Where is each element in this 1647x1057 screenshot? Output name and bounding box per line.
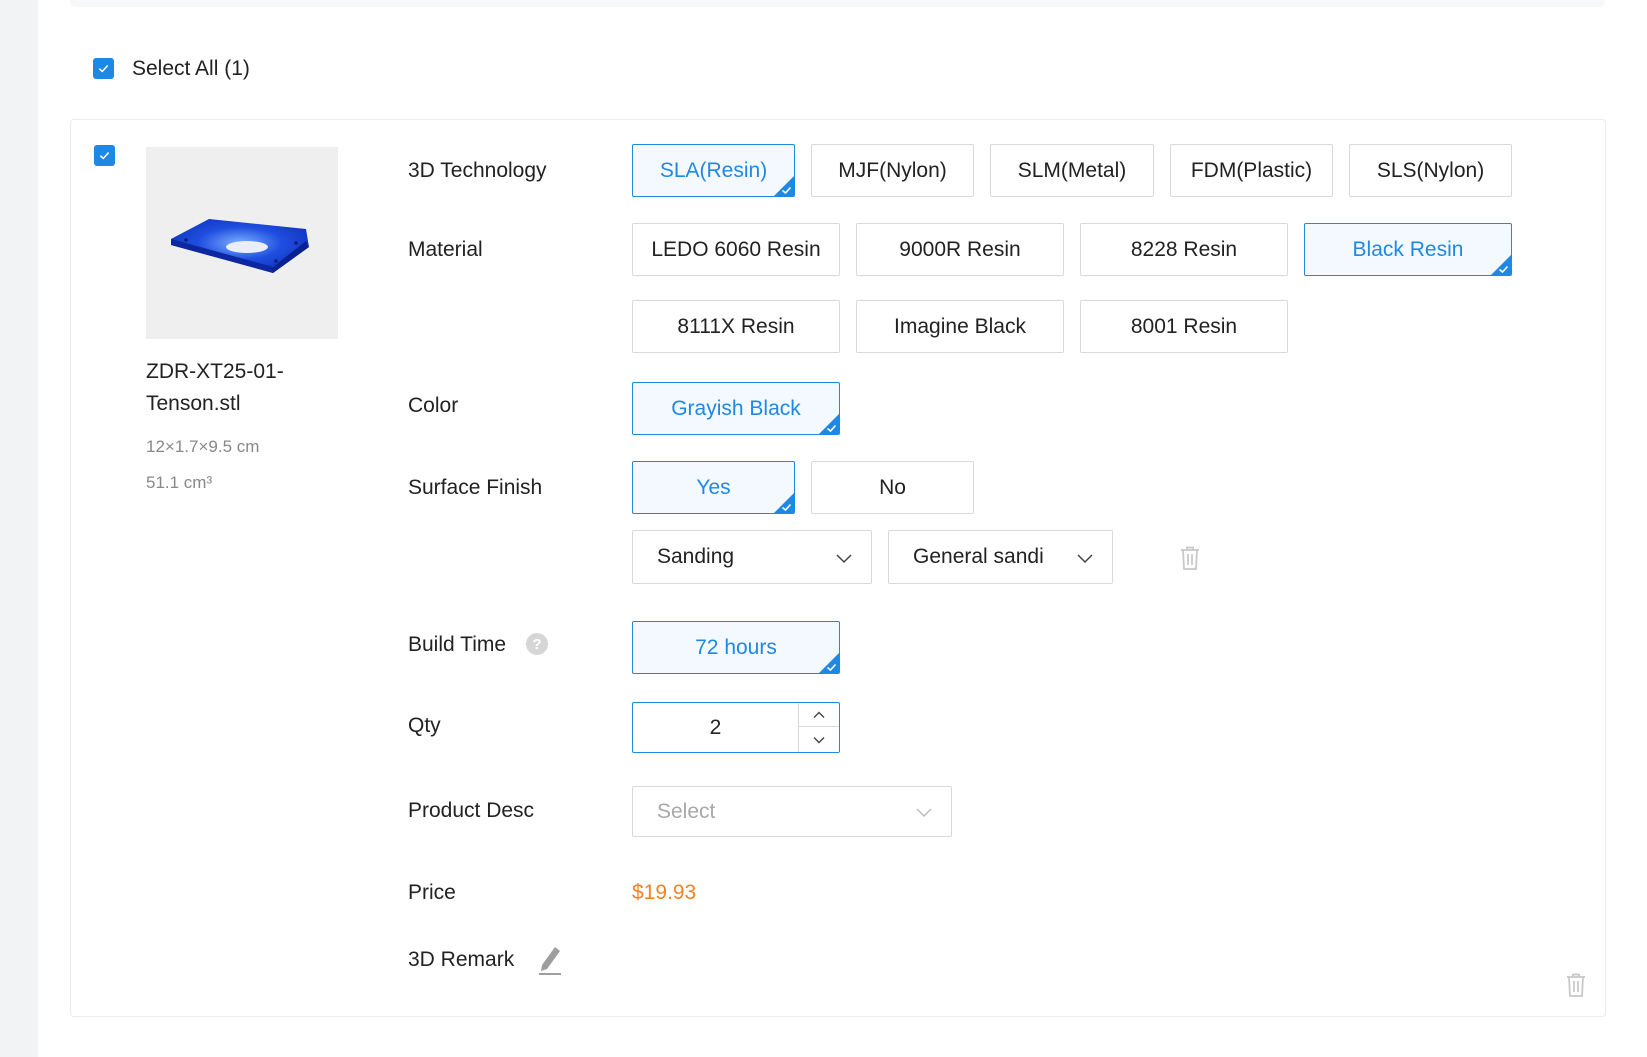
finish-type-value: Sanding bbox=[657, 545, 735, 568]
technology-option-fdm[interactable]: FDM(Plastic) bbox=[1170, 144, 1333, 197]
option-label: MJF(Nylon) bbox=[838, 158, 947, 182]
model-volume: 51.1 cm³ bbox=[146, 473, 213, 492]
select-all-label[interactable]: Select All (1) bbox=[132, 57, 250, 81]
selected-check-icon bbox=[774, 176, 794, 196]
option-label: 9000R Resin bbox=[899, 237, 1021, 261]
selected-check-icon bbox=[819, 414, 839, 434]
material-label: Material bbox=[408, 238, 483, 261]
color-option-grayish-black[interactable]: Grayish Black bbox=[632, 382, 840, 435]
material-option-8228[interactable]: 8228 Resin bbox=[1080, 223, 1288, 276]
material-option-imagine-black[interactable]: Imagine Black bbox=[856, 300, 1064, 353]
option-label: Grayish Black bbox=[671, 396, 801, 420]
technology-option-mjf[interactable]: MJF(Nylon) bbox=[811, 144, 974, 197]
remark-label: 3D Remark bbox=[408, 948, 515, 971]
quantity-decrease-button[interactable] bbox=[798, 727, 839, 752]
check-icon bbox=[98, 65, 109, 73]
finish-detail-select[interactable]: General sandi bbox=[888, 530, 1113, 584]
selected-check-icon bbox=[774, 493, 794, 513]
previous-card-edge bbox=[70, 0, 1605, 7]
option-label: SLA(Resin) bbox=[659, 158, 768, 182]
material-option-black-resin[interactable]: Black Resin bbox=[1304, 223, 1512, 276]
color-label: Color bbox=[408, 394, 459, 417]
check-icon bbox=[99, 152, 110, 160]
technology-option-slm[interactable]: SLM(Metal) bbox=[990, 144, 1154, 197]
price-value: $19.93 bbox=[632, 881, 697, 904]
option-label: Yes bbox=[696, 475, 731, 499]
option-label: Imagine Black bbox=[894, 314, 1026, 338]
selected-check-icon bbox=[1491, 255, 1511, 275]
option-label: SLS(Nylon) bbox=[1376, 158, 1485, 182]
qty-label: Qty bbox=[408, 714, 441, 737]
material-option-8111x[interactable]: 8111X Resin bbox=[632, 300, 840, 353]
quantity-stepper[interactable] bbox=[632, 702, 840, 753]
option-label: 8001 Resin bbox=[1130, 314, 1238, 338]
technology-option-sls[interactable]: SLS(Nylon) bbox=[1349, 144, 1512, 197]
quantity-increase-button[interactable] bbox=[798, 703, 839, 727]
chevron-down-icon bbox=[1077, 554, 1093, 564]
product-desc-select[interactable]: Select bbox=[632, 786, 952, 837]
item-checkbox[interactable] bbox=[94, 145, 115, 166]
option-label: 72 hours bbox=[695, 635, 777, 659]
option-label: LEDO 6060 Resin bbox=[651, 237, 821, 261]
model-dimensions: 12×1.7×9.5 cm bbox=[146, 437, 260, 456]
surface-finish-option-no[interactable]: No bbox=[811, 461, 974, 514]
chevron-down-icon bbox=[916, 808, 932, 818]
option-label: No bbox=[879, 475, 906, 499]
finish-type-select[interactable]: Sanding bbox=[632, 530, 872, 584]
trash-icon[interactable] bbox=[1564, 972, 1588, 998]
build-time-label: Build Time bbox=[408, 633, 507, 656]
material-option-ledo-6060[interactable]: LEDO 6060 Resin bbox=[632, 223, 840, 276]
chevron-up-icon bbox=[813, 711, 825, 718]
option-label: FDM(Plastic) bbox=[1190, 158, 1313, 182]
product-desc-label: Product Desc bbox=[408, 799, 535, 822]
option-label: 8111X Resin bbox=[677, 314, 795, 338]
product-desc-placeholder: Select bbox=[657, 799, 716, 823]
surface-finish-option-yes[interactable]: Yes bbox=[632, 461, 795, 514]
build-time-option-72h[interactable]: 72 hours bbox=[632, 621, 840, 674]
option-label: 8228 Resin bbox=[1130, 237, 1238, 261]
model-thumbnail[interactable] bbox=[146, 147, 338, 339]
selected-check-icon bbox=[819, 653, 839, 673]
material-option-8001[interactable]: 8001 Resin bbox=[1080, 300, 1288, 353]
technology-label: 3D Technology bbox=[408, 159, 547, 182]
model-preview-image bbox=[171, 219, 309, 273]
finish-detail-value: General sandi bbox=[913, 545, 1044, 568]
surface-finish-label: Surface Finish bbox=[408, 476, 543, 499]
option-label: Black Resin bbox=[1352, 237, 1464, 261]
material-option-9000r[interactable]: 9000R Resin bbox=[856, 223, 1064, 276]
chevron-down-icon bbox=[836, 554, 852, 564]
select-all-checkbox[interactable] bbox=[93, 58, 114, 79]
question-icon[interactable]: ? bbox=[526, 633, 548, 655]
option-label: SLM(Metal) bbox=[1017, 158, 1127, 182]
chevron-down-icon bbox=[813, 736, 825, 743]
file-name: ZDR-XT25-01-Tenson.stl bbox=[146, 360, 284, 415]
pencil-icon[interactable] bbox=[536, 943, 564, 975]
price-label: Price bbox=[408, 881, 456, 904]
quantity-input[interactable] bbox=[633, 703, 798, 752]
trash-icon[interactable] bbox=[1178, 545, 1202, 571]
technology-option-sla[interactable]: SLA(Resin) bbox=[632, 144, 795, 197]
